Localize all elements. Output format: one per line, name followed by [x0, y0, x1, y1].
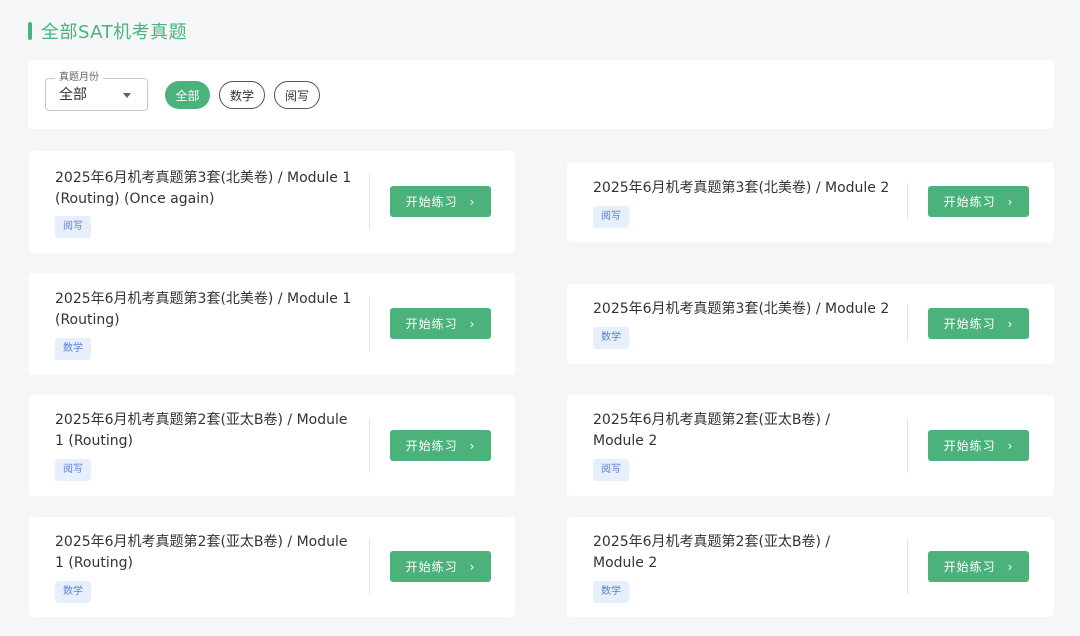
month-select[interactable]: 真题月份 全部	[45, 72, 148, 111]
card-divider	[369, 296, 370, 351]
chevron-right-icon: ›	[469, 559, 476, 574]
card-title: 2025年6月机考真题第3套(北美卷) / Module 1 (Routing)	[55, 291, 352, 328]
practice-card: 2025年6月机考真题第2套(亚太B卷) / Module 1 (Routing…	[29, 517, 515, 617]
chevron-right-icon: ›	[1007, 316, 1014, 331]
practice-card: 2025年6月机考真题第3套(北美卷) / Module 2 阅写 开始练习 ›	[567, 162, 1054, 242]
start-practice-button[interactable]: 开始练习 ›	[390, 430, 491, 461]
practice-card: 2025年6月机考真题第2套(亚太B卷) / Module 1 (Routing…	[29, 395, 515, 496]
card-divider	[907, 305, 908, 342]
month-select-label: 真题月份	[55, 72, 103, 84]
chevron-right-icon: ›	[469, 194, 476, 209]
chevron-right-icon: ›	[1007, 194, 1014, 209]
start-practice-button[interactable]: 开始练习 ›	[928, 308, 1029, 339]
start-practice-button[interactable]: 开始练习 ›	[390, 186, 491, 217]
practice-card: 2025年6月机考真题第2套(亚太B卷) / Module 2 阅写 开始练习 …	[567, 395, 1054, 496]
subject-tag: 数学	[593, 581, 629, 603]
subject-tag: 阅写	[593, 206, 629, 228]
card-title: 2025年6月机考真题第3套(北美卷) / Module 1 (Routing)…	[55, 170, 352, 207]
card-divider	[369, 174, 370, 229]
filter-chip-math[interactable]: 数学	[219, 81, 265, 109]
start-practice-button[interactable]: 开始练习 ›	[928, 430, 1029, 461]
subject-tag: 数学	[593, 327, 629, 349]
start-practice-button[interactable]: 开始练习 ›	[928, 551, 1029, 582]
card-divider	[369, 418, 370, 473]
practice-card: 2025年6月机考真题第3套(北美卷) / Module 2 数学 开始练习 ›	[567, 284, 1054, 364]
start-practice-label: 开始练习	[943, 560, 996, 574]
page-title: 全部SAT机考真题	[41, 22, 188, 43]
card-title: 2025年6月机考真题第3套(北美卷) / Module 2	[593, 180, 890, 196]
start-practice-label: 开始练习	[943, 439, 996, 453]
subject-tag: 阅写	[593, 459, 629, 481]
practice-card: 2025年6月机考真题第3套(北美卷) / Module 1 (Routing)…	[29, 273, 515, 375]
subject-tag: 阅写	[55, 216, 91, 238]
chevron-right-icon: ›	[1007, 438, 1014, 453]
caret-down-icon	[123, 93, 131, 98]
chevron-right-icon: ›	[469, 438, 476, 453]
card-title: 2025年6月机考真题第3套(北美卷) / Module 2	[593, 301, 890, 317]
start-practice-label: 开始练习	[943, 195, 996, 209]
card-title: 2025年6月机考真题第2套(亚太B卷) / Module 2	[593, 534, 831, 571]
start-practice-label: 开始练习	[405, 560, 458, 574]
chevron-right-icon: ›	[1007, 559, 1014, 574]
filter-chip-reading-writing[interactable]: 阅写	[274, 81, 320, 109]
subject-tag: 阅写	[55, 459, 91, 481]
start-practice-button[interactable]: 开始练习 ›	[928, 186, 1029, 217]
month-select-value: 全部	[59, 87, 87, 103]
start-practice-label: 开始练习	[405, 439, 458, 453]
card-title: 2025年6月机考真题第2套(亚太B卷) / Module 1 (Routing…	[55, 412, 348, 449]
card-title: 2025年6月机考真题第2套(亚太B卷) / Module 1 (Routing…	[55, 534, 348, 571]
start-practice-label: 开始练习	[405, 195, 458, 209]
start-practice-label: 开始练习	[405, 317, 458, 331]
card-divider	[907, 539, 908, 594]
start-practice-button[interactable]: 开始练习 ›	[390, 551, 491, 582]
practice-card: 2025年6月机考真题第2套(亚太B卷) / Module 2 数学 开始练习 …	[567, 517, 1054, 617]
subject-tag: 数学	[55, 338, 91, 360]
card-title: 2025年6月机考真题第2套(亚太B卷) / Module 2	[593, 412, 831, 449]
card-divider	[907, 418, 908, 473]
title-accent-bar	[28, 22, 32, 40]
chevron-right-icon: ›	[469, 316, 476, 331]
start-practice-label: 开始练习	[943, 317, 996, 331]
start-practice-button[interactable]: 开始练习 ›	[390, 308, 491, 339]
filter-chip-all[interactable]: 全部	[165, 81, 210, 109]
filter-panel: 真题月份 全部 全部 数学 阅写	[28, 60, 1054, 129]
subject-tag: 数学	[55, 581, 91, 603]
card-divider	[369, 539, 370, 594]
card-divider	[907, 183, 908, 220]
practice-card: 2025年6月机考真题第3套(北美卷) / Module 1 (Routing)…	[29, 151, 515, 253]
page-header: 全部SAT机考真题	[28, 20, 188, 43]
